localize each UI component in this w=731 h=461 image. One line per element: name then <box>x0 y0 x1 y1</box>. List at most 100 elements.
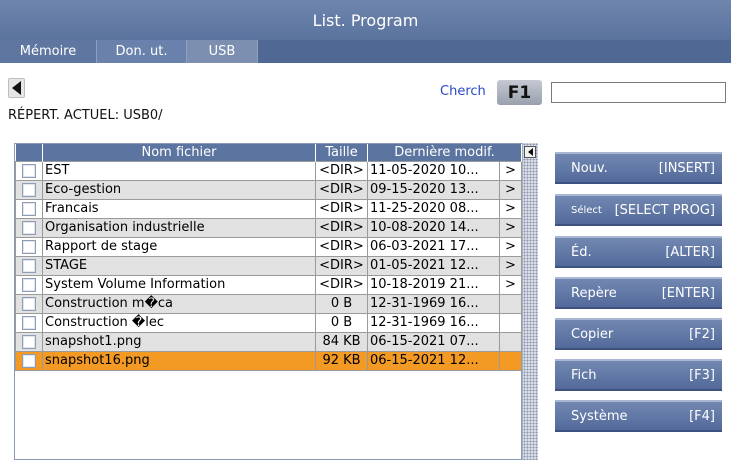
row-checkbox-cell[interactable] <box>15 312 43 333</box>
back-button[interactable] <box>8 78 25 98</box>
row-arrow-cell <box>498 350 523 371</box>
file-name: snapshot1.png <box>42 331 316 352</box>
file-size: 84 KB <box>315 331 368 352</box>
enter-folder-arrow[interactable]: > <box>498 160 523 181</box>
softkey-shortcut: [F3] <box>689 367 715 383</box>
row-checkbox-cell[interactable] <box>15 293 43 314</box>
left-arrow-icon <box>12 81 21 95</box>
file-size: <DIR> <box>315 179 368 200</box>
softkey-shortcut: [F2] <box>689 326 715 342</box>
row-checkbox-cell[interactable] <box>15 274 43 295</box>
left-arrow-icon <box>527 148 533 156</box>
tab-don-ut[interactable]: Don. ut. <box>97 40 187 63</box>
enter-folder-arrow[interactable]: > <box>498 217 523 238</box>
enter-folder-arrow[interactable]: > <box>498 198 523 219</box>
column-header-modified[interactable]: Dernière modif. <box>367 144 523 161</box>
tab-memoire[interactable]: Mémoire <box>0 40 97 63</box>
table-header-row: Nom fichier Taille Dernière modif. <box>15 144 523 161</box>
table-row[interactable]: Organisation industrielle <DIR> 10-08-20… <box>15 217 523 238</box>
checkbox[interactable] <box>22 201 36 216</box>
softkey-label: Nouv. <box>571 160 608 176</box>
tab-bar: Mémoire Don. ut. USB <box>0 40 731 63</box>
edit-button[interactable]: Éd. [ALTER] <box>555 236 722 268</box>
row-arrow-cell <box>498 312 523 333</box>
softkey-label: Copier <box>571 326 614 342</box>
file-size: <DIR> <box>315 198 368 219</box>
table-row[interactable]: System Volume Information <DIR> 10-18-20… <box>15 274 523 295</box>
file-size: 0 B <box>315 312 368 333</box>
table-row-selected[interactable]: snapshot16.png 92 KB 06-15-2021 12... <box>15 350 523 371</box>
softkey-label: Repère <box>571 285 617 301</box>
file-size: <DIR> <box>315 274 368 295</box>
table-row[interactable]: EST <DIR> 11-05-2020 10... > <box>15 160 523 181</box>
checkbox[interactable] <box>22 220 36 235</box>
table-row[interactable]: STAGE <DIR> 01-05-2021 12... > <box>15 255 523 276</box>
softkey-shortcut: [F4] <box>689 408 715 424</box>
checkbox[interactable] <box>22 296 36 311</box>
file-modified: 11-05-2020 10... <box>367 160 500 181</box>
row-checkbox-cell[interactable] <box>15 350 43 371</box>
current-directory: RÉPERT. ACTUEL: USB0/ <box>8 108 163 123</box>
checkbox[interactable] <box>22 334 36 349</box>
search-input[interactable] <box>551 82 726 103</box>
row-checkbox-cell[interactable] <box>15 179 43 200</box>
file-size: 92 KB <box>315 350 368 371</box>
table-row[interactable]: Construction m�ca 0 B 12-31-1969 16... <box>15 293 523 314</box>
file-size: <DIR> <box>315 160 368 181</box>
enter-folder-arrow[interactable]: > <box>498 255 523 276</box>
copy-button[interactable]: Copier [F2] <box>555 318 722 350</box>
table-row[interactable]: Construction �lec 0 B 12-31-1969 16... <box>15 312 523 333</box>
file-size: <DIR> <box>315 217 368 238</box>
checkbox[interactable] <box>22 353 36 368</box>
enter-folder-arrow[interactable]: > <box>498 179 523 200</box>
table-row[interactable]: snapshot1.png 84 KB 06-15-2021 07... <box>15 331 523 352</box>
checkbox[interactable] <box>22 258 36 273</box>
scrollbar[interactable] <box>522 143 538 460</box>
column-header-name[interactable]: Nom fichier <box>42 144 316 161</box>
file-menu-button[interactable]: Fich [F3] <box>555 359 722 391</box>
tab-usb[interactable]: USB <box>187 40 258 63</box>
row-checkbox-cell[interactable] <box>15 160 43 181</box>
row-checkbox-cell[interactable] <box>15 198 43 219</box>
file-name: STAGE <box>42 255 316 276</box>
row-checkbox-cell[interactable] <box>15 236 43 257</box>
file-name: Construction �lec <box>42 312 316 333</box>
select-program-button[interactable]: Sélect [SELECT PROG] <box>555 194 722 226</box>
enter-folder-arrow[interactable]: > <box>498 236 523 257</box>
column-header-size[interactable]: Taille <box>315 144 368 161</box>
header-spacer <box>15 144 43 161</box>
softkey-shortcut: [ALTER] <box>665 244 715 260</box>
file-modified: 10-08-2020 14... <box>367 217 500 238</box>
table-row[interactable]: Rapport de stage <DIR> 06-03-2021 17... … <box>15 236 523 257</box>
file-size: <DIR> <box>315 255 368 276</box>
row-arrow-cell <box>498 331 523 352</box>
mark-button[interactable]: Repère [ENTER] <box>555 277 722 309</box>
softkey-label: Sélect <box>571 204 602 216</box>
new-program-button[interactable]: Nouv. [INSERT] <box>555 152 722 184</box>
file-modified: 10-18-2019 21... <box>367 274 500 295</box>
file-modified: 12-31-1969 16... <box>367 312 500 333</box>
softkey-shortcut: [SELECT PROG] <box>614 202 715 218</box>
checkbox[interactable] <box>22 277 36 292</box>
enter-folder-arrow[interactable]: > <box>498 274 523 295</box>
file-name: Organisation industrielle <box>42 217 316 238</box>
table-row[interactable]: Eco-gestion <DIR> 09-15-2020 13... > <box>15 179 523 200</box>
scroll-collapse-button[interactable] <box>524 146 536 158</box>
checkbox[interactable] <box>22 182 36 197</box>
checkbox[interactable] <box>22 315 36 330</box>
file-name: snapshot16.png <box>42 350 316 371</box>
f1-key-button[interactable]: F1 <box>497 80 542 105</box>
row-checkbox-cell[interactable] <box>15 331 43 352</box>
table-row[interactable]: Francais <DIR> 11-25-2020 08... > <box>15 198 523 219</box>
file-name: Francais <box>42 198 316 219</box>
file-list-panel: Nom fichier Taille Dernière modif. EST <… <box>14 143 523 460</box>
file-modified: 06-03-2021 17... <box>367 236 500 257</box>
system-menu-button[interactable]: Système [F4] <box>555 400 722 432</box>
file-modified: 06-15-2021 07... <box>367 331 500 352</box>
file-name: Eco-gestion <box>42 179 316 200</box>
row-checkbox-cell[interactable] <box>15 255 43 276</box>
file-modified: 12-31-1969 16... <box>367 293 500 314</box>
row-checkbox-cell[interactable] <box>15 217 43 238</box>
checkbox[interactable] <box>22 239 36 254</box>
checkbox[interactable] <box>22 163 36 178</box>
